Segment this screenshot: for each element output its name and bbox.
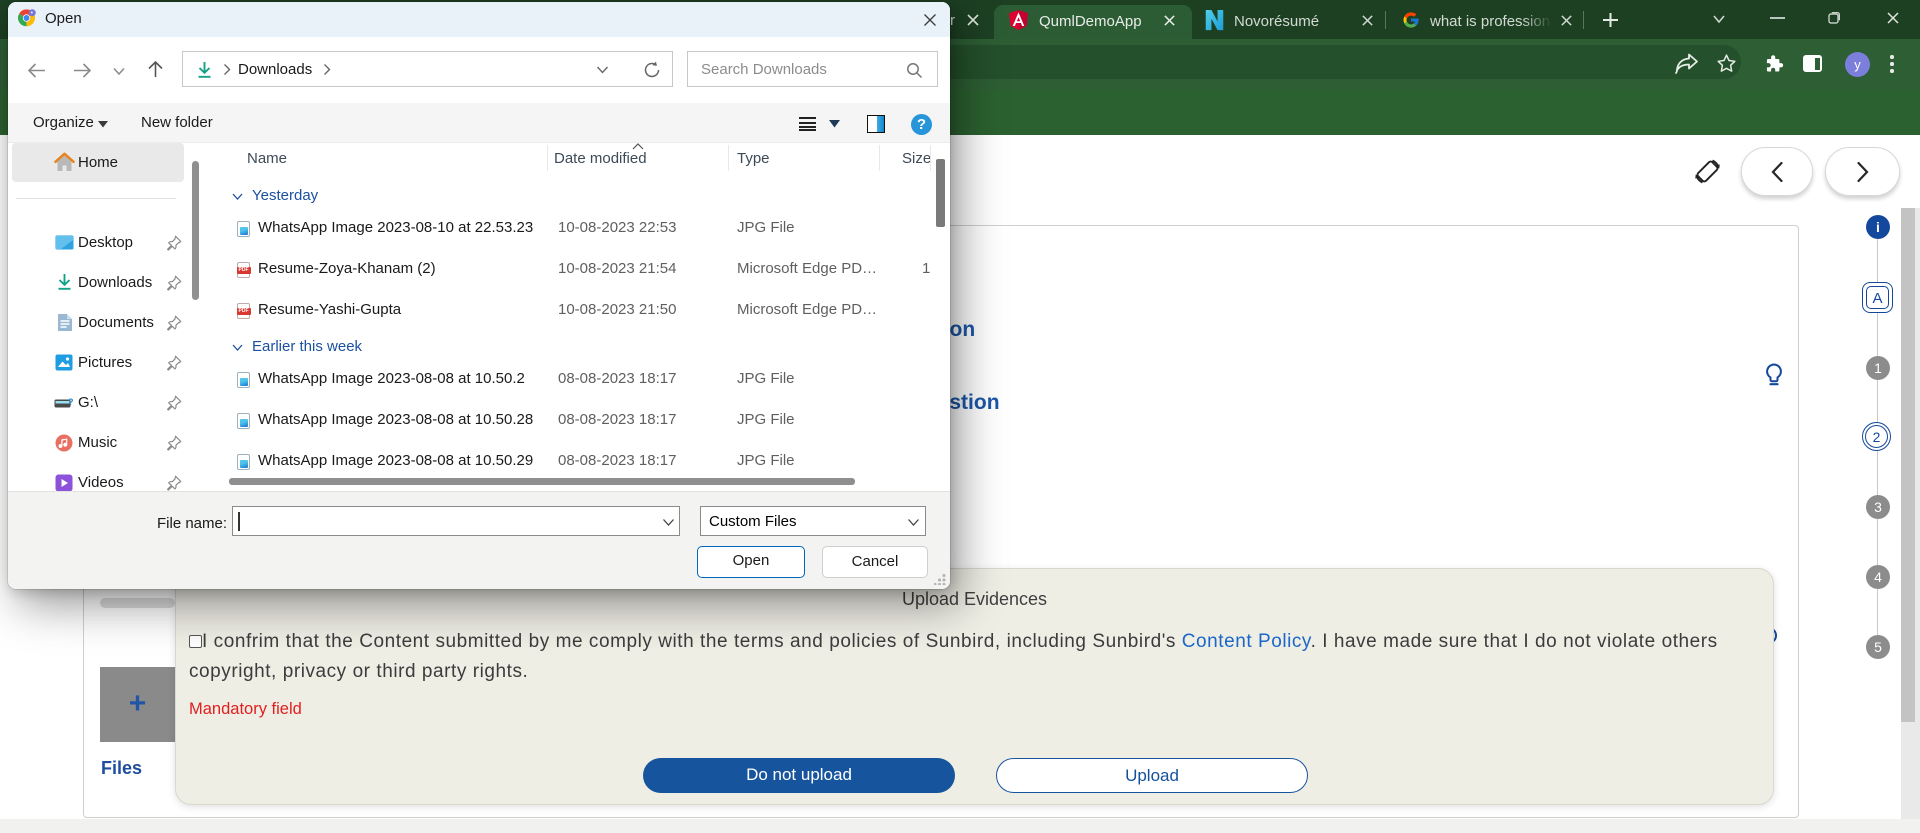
svg-text:?: ? bbox=[68, 397, 74, 407]
